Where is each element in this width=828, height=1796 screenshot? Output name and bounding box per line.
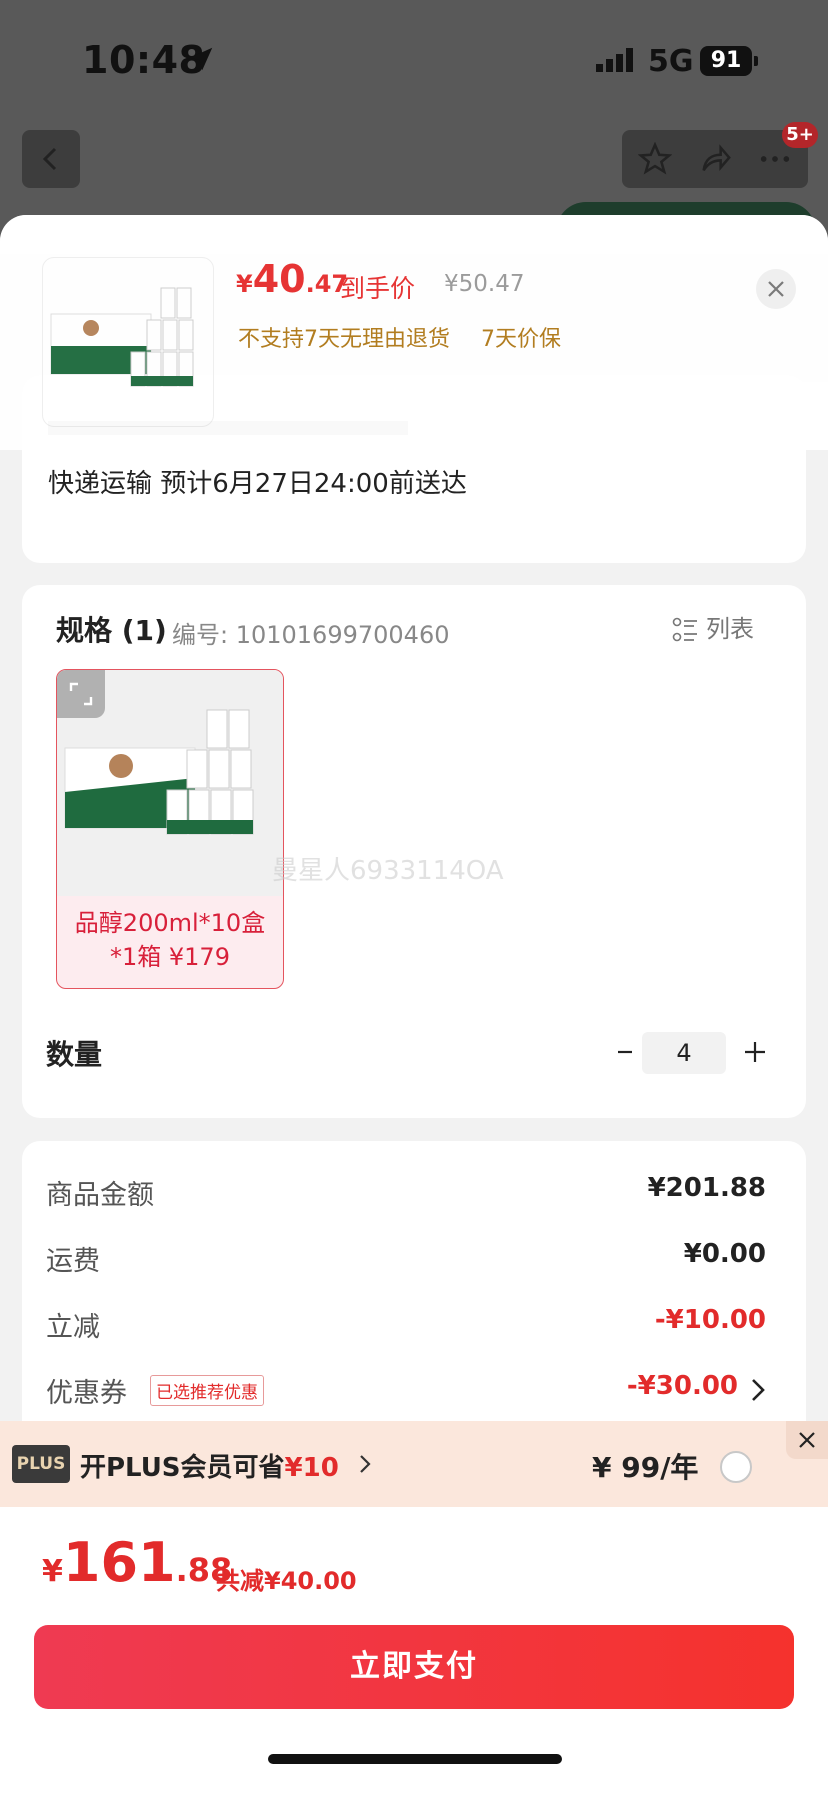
close-sheet-button[interactable] <box>756 269 796 309</box>
more-icon[interactable] <box>758 142 792 176</box>
list-view-label: 列表 <box>706 615 754 643</box>
chevron-left-icon <box>42 147 57 171</box>
plus-price: ¥ 99/年 <box>592 1451 699 1484</box>
spec-card: 规格 (1) 编号: 10101699700460 列表 品醇200ml*10盒… <box>22 585 806 1118</box>
original-price: ¥50.47 <box>444 271 525 297</box>
chevron-right-icon <box>360 1455 371 1473</box>
deal-price-integer: 40 <box>252 257 306 301</box>
deal-price-currency: ¥ <box>236 270 253 298</box>
summary-label: 立减 <box>46 1312 100 1343</box>
product-code: 编号: 10101699700460 <box>172 621 450 649</box>
summary-row-shipping: 运费 ¥0.00 <box>46 1239 766 1279</box>
price-protection-note: 7天价保 <box>481 327 561 352</box>
plus-badge: PLUS <box>12 1445 70 1483</box>
chevron-right-icon <box>752 1379 765 1401</box>
no-return-note: 不支持7天无理由退货 <box>238 327 450 352</box>
battery-icon: 91 <box>700 46 758 76</box>
quantity-input[interactable]: 4 <box>642 1032 726 1074</box>
spec-title: 规格 (1) <box>56 614 167 647</box>
deal-price: ¥40.47 <box>236 257 348 301</box>
service-notes: 不支持7天无理由退货 7天价保 <box>238 321 579 353</box>
network-type: 5G <box>648 44 694 79</box>
total-savings: 共减¥40.00 <box>216 1567 357 1595</box>
pay-now-button[interactable]: 立即支付 <box>34 1625 794 1709</box>
plus-select-radio[interactable] <box>720 1451 752 1483</box>
expand-icon <box>69 682 93 706</box>
expand-image-button[interactable] <box>57 670 105 718</box>
summary-value: ¥201.88 <box>647 1173 766 1203</box>
checkout-footer: ¥161.88 共减¥40.00 立即支付 <box>0 1507 828 1796</box>
total-price: ¥161.88 <box>42 1531 232 1594</box>
home-indicator <box>268 1754 562 1764</box>
list-view-button[interactable]: 列表 <box>672 609 754 644</box>
top-action-group <box>622 130 808 188</box>
location-arrow-icon <box>189 47 213 71</box>
signal-icon <box>596 48 633 72</box>
close-icon <box>768 281 784 297</box>
increase-quantity-button[interactable] <box>738 1035 772 1069</box>
plus-membership-bar[interactable]: PLUS 开PLUS会员可省¥10 ¥ 99/年 <box>0 1421 828 1507</box>
total-currency: ¥ <box>42 1554 63 1589</box>
summary-row-discount: 立减 -¥10.00 <box>46 1305 766 1345</box>
sku-image <box>57 670 283 896</box>
summary-value: ¥0.00 <box>683 1239 766 1269</box>
plus-close-button[interactable] <box>786 1421 828 1459</box>
share-icon[interactable] <box>698 142 732 176</box>
plus-promo-prefix: 开PLUS会员可省 <box>80 1453 285 1483</box>
summary-label: 优惠券 <box>46 1378 127 1409</box>
plus-promo-text: 开PLUS会员可省¥10 <box>80 1447 339 1484</box>
deal-price-tag: 到手价 <box>340 274 416 303</box>
cart-count-badge: 5+ <box>782 122 818 148</box>
watermark: 曼星人6933114OA <box>272 856 504 886</box>
quantity-label: 数量 <box>46 1038 103 1071</box>
summary-value: -¥10.00 <box>654 1305 766 1335</box>
sku-label: 品醇200ml*10盒*1箱 ¥179 <box>74 909 266 971</box>
star-icon[interactable] <box>638 142 672 176</box>
summary-label: 商品金额 <box>46 1180 154 1211</box>
summary-row-coupon[interactable]: 优惠券 已选推荐优惠 -¥30.00 <box>46 1371 765 1411</box>
total-integer: 161 <box>62 1531 176 1594</box>
checkout-sheet: ¥40.47 到手价 ¥50.47 不支持7天无理由退货 7天价保 快递运输 预… <box>0 215 828 1796</box>
decrease-quantity-button[interactable] <box>608 1035 642 1069</box>
summary-value: -¥30.00 <box>626 1371 738 1401</box>
sheet-header: ¥40.47 到手价 ¥50.47 不支持7天无理由退货 7天价保 <box>0 215 828 450</box>
status-bar: 10:48 5G 91 <box>0 0 828 120</box>
summary-row-goods: 商品金额 ¥201.88 <box>46 1173 766 1213</box>
product-thumbnail <box>42 257 214 427</box>
plus-promo-amount: ¥10 <box>284 1453 339 1483</box>
close-icon <box>799 1432 815 1448</box>
sku-option-selected[interactable]: 品醇200ml*10盒*1箱 ¥179 <box>56 669 284 989</box>
list-icon <box>672 617 697 642</box>
back-button[interactable] <box>22 130 80 188</box>
coupon-tag: 已选推荐优惠 <box>150 1375 264 1406</box>
summary-label: 运费 <box>46 1246 100 1277</box>
delivery-estimate: 快递运输 预计6月27日24:00前送达 <box>48 469 467 499</box>
